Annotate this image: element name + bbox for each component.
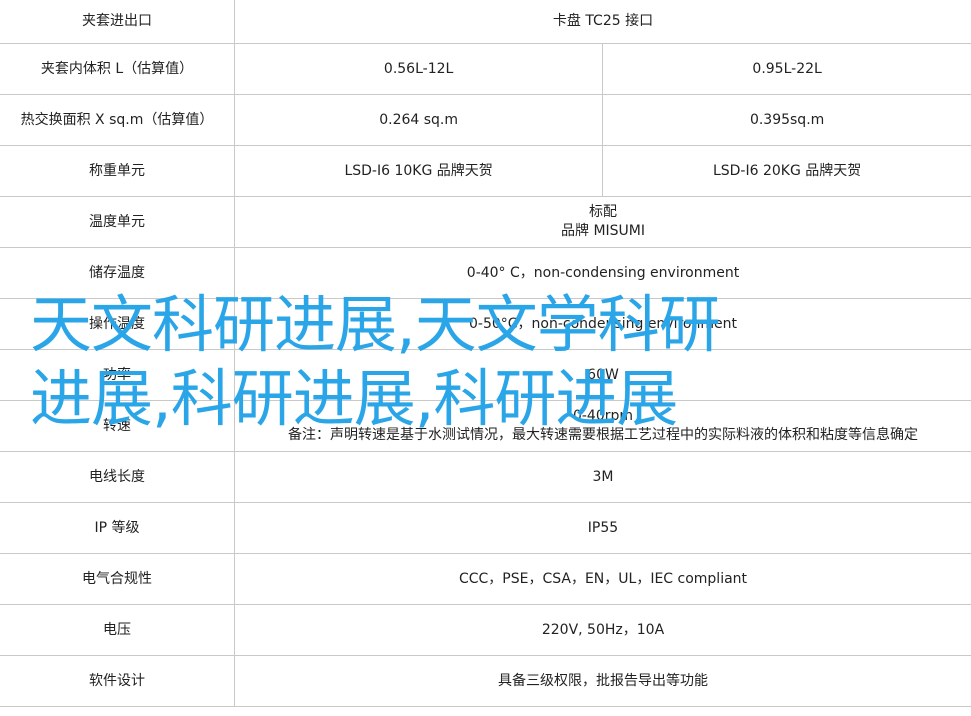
table-row: 操作温度 0-50°C，non-condensing environment bbox=[0, 298, 971, 350]
table-row: 温度单元 标配 品牌 MISUMI bbox=[0, 196, 971, 248]
row-value-line: 品牌 MISUMI bbox=[561, 223, 645, 239]
row-value-b: 0.395sq.m bbox=[602, 94, 971, 146]
row-value: 卡盘 TC25 接口 bbox=[234, 0, 971, 44]
spec-table: 夹套进出口 卡盘 TC25 接口 夹套内体积 L（估算值） 0.56L-12L … bbox=[0, 0, 971, 707]
row-label: 电线长度 bbox=[0, 451, 235, 503]
row-label: 储存温度 bbox=[0, 247, 235, 299]
row-value: 具备三级权限，批报告导出等功能 bbox=[234, 655, 971, 707]
row-value: 0-40° C，non-condensing environment bbox=[234, 247, 971, 299]
table-row: 称重单元 LSD-I6 10KG 品牌天贺 LSD-I6 20KG 品牌天贺 bbox=[0, 145, 971, 197]
table-row: 夹套进出口 卡盘 TC25 接口 bbox=[0, 0, 971, 44]
row-label: 操作温度 bbox=[0, 298, 235, 350]
row-value: 0-40rpm 备注：声明转速是基于水测试情况，最大转速需要根据工艺过程中的实际… bbox=[234, 400, 971, 452]
row-value: 0-50°C，non-condensing environment bbox=[234, 298, 971, 350]
table-row: 电压 220V, 50Hz，10A bbox=[0, 604, 971, 656]
row-value-note: 备注：声明转速是基于水测试情况，最大转速需要根据工艺过程中的实际料液的体积和粘度… bbox=[288, 427, 918, 443]
row-label: 温度单元 bbox=[0, 196, 235, 248]
table-row: 电气合规性 CCC，PSE，CSA，EN，UL，IEC compliant bbox=[0, 553, 971, 605]
row-value: 标配 品牌 MISUMI bbox=[234, 196, 971, 248]
row-value-a: 0.264 sq.m bbox=[234, 94, 604, 146]
row-value: CCC，PSE，CSA，EN，UL，IEC compliant bbox=[234, 553, 971, 605]
row-label: 热交换面积 X sq.m（估算值） bbox=[0, 94, 235, 146]
row-value-line: 0-40rpm bbox=[572, 408, 634, 424]
row-label: 夹套进出口 bbox=[0, 0, 235, 44]
row-value-line: 标配 bbox=[589, 204, 617, 220]
row-value-a: 0.56L-12L bbox=[234, 43, 604, 95]
row-value-b: LSD-I6 20KG 品牌天贺 bbox=[602, 145, 971, 197]
table-row: 储存温度 0-40° C，non-condensing environment bbox=[0, 247, 971, 299]
row-label: 软件设计 bbox=[0, 655, 235, 707]
row-value: 3M bbox=[234, 451, 971, 503]
row-value: 60W bbox=[234, 349, 971, 401]
row-label: IP 等级 bbox=[0, 502, 235, 554]
table-row: IP 等级 IP55 bbox=[0, 502, 971, 554]
row-value: IP55 bbox=[234, 502, 971, 554]
row-label: 电压 bbox=[0, 604, 235, 656]
row-label: 转速 bbox=[0, 400, 235, 452]
row-value-b: 0.95L-22L bbox=[602, 43, 971, 95]
table-row: 功率 60W bbox=[0, 349, 971, 401]
row-label: 电气合规性 bbox=[0, 553, 235, 605]
table-row: 软件设计 具备三级权限，批报告导出等功能 bbox=[0, 655, 971, 707]
row-label: 功率 bbox=[0, 349, 235, 401]
row-value: 220V, 50Hz，10A bbox=[234, 604, 971, 656]
row-label: 夹套内体积 L（估算值） bbox=[0, 43, 235, 95]
table-row: 转速 0-40rpm 备注：声明转速是基于水测试情况，最大转速需要根据工艺过程中… bbox=[0, 400, 971, 452]
row-label: 称重单元 bbox=[0, 145, 235, 197]
table-row: 电线长度 3M bbox=[0, 451, 971, 503]
row-value-a: LSD-I6 10KG 品牌天贺 bbox=[234, 145, 604, 197]
table-row: 夹套内体积 L（估算值） 0.56L-12L 0.95L-22L bbox=[0, 43, 971, 95]
table-row: 热交换面积 X sq.m（估算值） 0.264 sq.m 0.395sq.m bbox=[0, 94, 971, 146]
